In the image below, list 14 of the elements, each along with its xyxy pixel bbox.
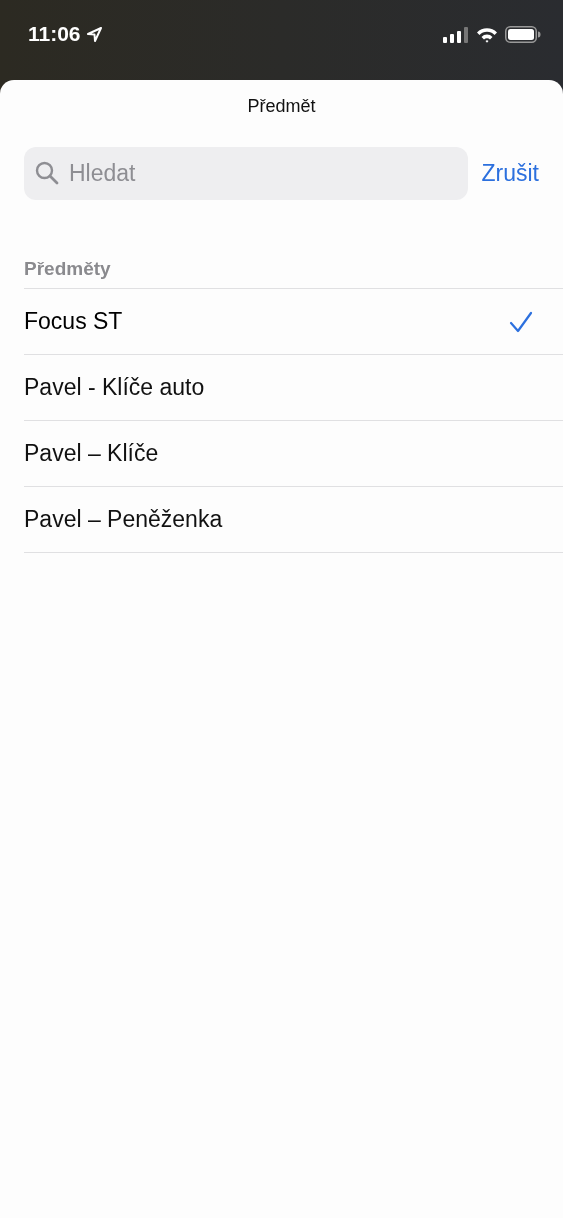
search-field[interactable]: Hledat (24, 147, 468, 200)
signal-icon (443, 26, 469, 43)
cancel-button[interactable]: Zrušit (481, 160, 539, 187)
list-item[interactable]: Focus ST (24, 289, 563, 355)
list-item[interactable]: Pavel - Klíče auto (24, 355, 563, 421)
section-header: Předměty (24, 258, 563, 289)
list-item[interactable]: Pavel – Klíče (24, 421, 563, 487)
battery-icon (505, 26, 541, 43)
checkmark-icon (509, 310, 533, 333)
list-item[interactable]: Pavel – Peněženka (24, 487, 563, 553)
sheet-title: Předmět (246, 95, 317, 118)
status-time: 11:06 (28, 22, 81, 46)
location-arrow-icon (85, 25, 103, 43)
wifi-icon (476, 26, 498, 43)
